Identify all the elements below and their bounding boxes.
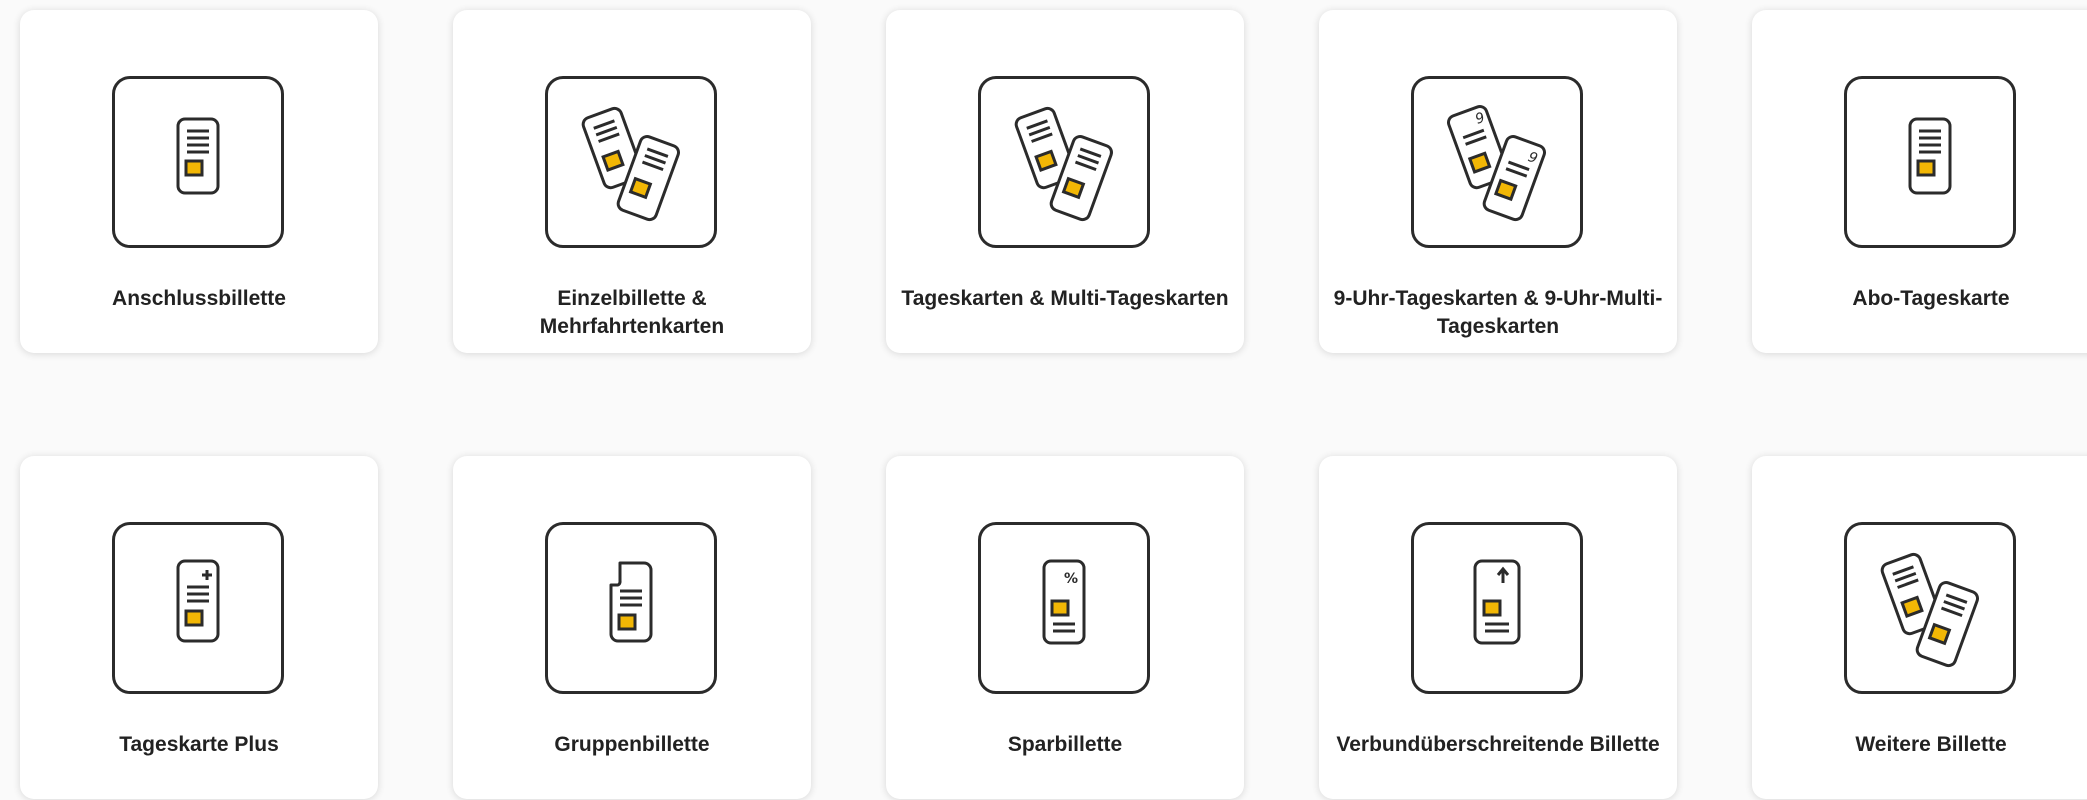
card-label: Verbundüberschreitende Billette bbox=[1336, 733, 1660, 756]
card-tageskarte-plus[interactable]: Tageskarte Plus bbox=[20, 456, 378, 799]
two-tickets-icon bbox=[978, 76, 1150, 248]
card-label: 9-Uhr-Tageskarten & 9-Uhr-Multi-Tageskar… bbox=[1333, 287, 1663, 338]
card-label: Gruppenbillette bbox=[554, 733, 710, 756]
card-tageskarten-multi-tageskarten[interactable]: Tageskarten & Multi-Tageskarten bbox=[886, 10, 1244, 353]
card-9-uhr-tageskarten[interactable]: 9 9 9-Uhr-Tageskarten & 9-Uhr-Multi-Tage… bbox=[1319, 10, 1677, 353]
nine-oclock-tickets-icon: 9 9 bbox=[1411, 76, 1583, 248]
card-einzelbillette-mehrfahrtenkarten[interactable]: Einzelbillette & Mehrfahrtenkarten bbox=[453, 10, 811, 353]
single-ticket-icon bbox=[1844, 76, 2016, 248]
discount-ticket-icon: % bbox=[978, 522, 1150, 694]
ticket-category-grid: Anschlussbillette Einzelbillette & Mehrf… bbox=[20, 10, 2087, 799]
card-label: Anschlussbillette bbox=[112, 287, 286, 310]
two-tickets-icon bbox=[545, 76, 717, 248]
card-sparbillette[interactable]: % Sparbillette bbox=[886, 456, 1244, 799]
card-gruppenbillette[interactable]: Gruppenbillette bbox=[453, 456, 811, 799]
ticket-plus-icon bbox=[112, 522, 284, 694]
card-label: Tageskarte Plus bbox=[119, 733, 279, 756]
card-verbundueberschreitende-billette[interactable]: Verbundüberschreitende Billette bbox=[1319, 456, 1677, 799]
card-label: Tageskarten & Multi-Tageskarten bbox=[901, 287, 1229, 310]
two-tickets-icon bbox=[1844, 522, 2016, 694]
card-label: Abo-Tageskarte bbox=[1852, 287, 2010, 310]
svg-text:%: % bbox=[1064, 571, 1078, 587]
cross-network-ticket-icon bbox=[1411, 522, 1583, 694]
card-label: Einzelbillette & Mehrfahrtenkarten bbox=[539, 287, 725, 338]
card-abo-tageskarte[interactable]: Abo-Tageskarte bbox=[1752, 10, 2087, 353]
card-anschlussbillette[interactable]: Anschlussbillette bbox=[20, 10, 378, 353]
card-weitere-billette[interactable]: Weitere Billette bbox=[1752, 456, 2087, 799]
group-ticket-icon bbox=[545, 522, 717, 694]
card-label: Weitere Billette bbox=[1855, 733, 2007, 756]
single-ticket-icon bbox=[112, 76, 284, 248]
card-label: Sparbillette bbox=[1007, 733, 1123, 756]
